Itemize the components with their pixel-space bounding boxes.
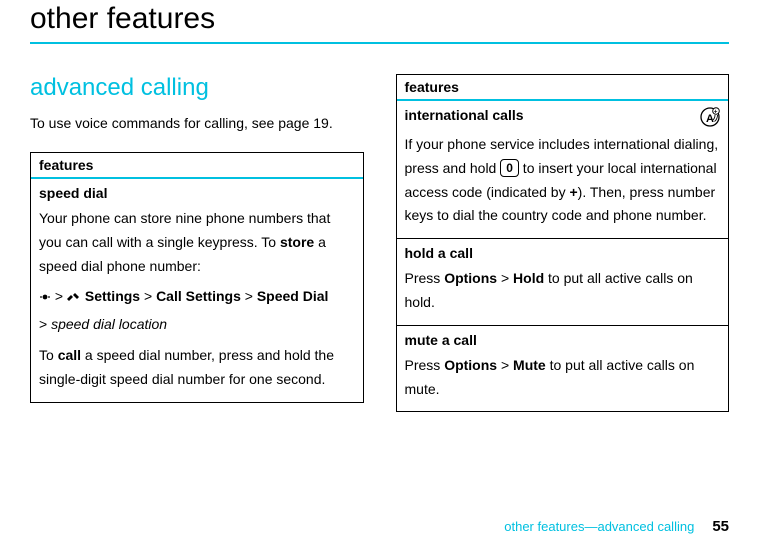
- svg-text:+: +: [714, 110, 718, 116]
- page-number: 55: [712, 518, 729, 535]
- feature-international-calls: international calls A +: [397, 101, 729, 239]
- text-fragment: To: [39, 347, 58, 363]
- feature-intl-title: international calls: [405, 107, 524, 123]
- page-footer: other features—advanced calling 55: [504, 518, 729, 535]
- feature-speed-dial: speed dial Your phone can store nine pho…: [31, 179, 363, 401]
- feature-speed-dial-title: speed dial: [39, 185, 107, 201]
- tools-icon: [67, 285, 81, 312]
- page: other features advanced calling To use v…: [0, 0, 759, 551]
- title-rule: [30, 42, 729, 44]
- nav-sep: >: [51, 288, 67, 304]
- nav-settings: Settings: [85, 288, 140, 304]
- network-feature-icon: A +: [700, 107, 720, 127]
- text-bold: Mute: [513, 357, 546, 373]
- features-header-right: features: [397, 75, 729, 101]
- text-bold: Options: [444, 357, 497, 373]
- page-title: other features: [30, 2, 729, 36]
- footer-breadcrumb: other features—advanced calling: [504, 519, 694, 534]
- text-bold: +: [569, 184, 577, 200]
- feature-hold-title: hold a call: [405, 245, 473, 261]
- column-left: advanced calling To use voice commands f…: [30, 74, 364, 412]
- text-bold: Options: [444, 270, 497, 286]
- nav-sep: >: [497, 357, 513, 373]
- feature-speed-dial-text1: Your phone can store nine phone numbers …: [39, 207, 355, 278]
- nav-path: > Settings > Call Settings > Speed Dial …: [39, 283, 355, 338]
- text-fragment: Press: [405, 357, 445, 373]
- nav-sep: >: [497, 270, 513, 286]
- feature-speed-dial-text2: To call a speed dial number, press and h…: [39, 344, 355, 392]
- text-fragment: Press: [405, 270, 445, 286]
- features-box-right: features international calls A +: [396, 74, 730, 412]
- features-header-left: features: [31, 153, 363, 179]
- column-right: features international calls A +: [396, 74, 730, 412]
- nav-sep: >: [39, 316, 51, 332]
- feature-hold-call: hold a call Press Options > Hold to put …: [397, 239, 729, 326]
- key-zero: 0: [500, 159, 519, 177]
- text-bold: Hold: [513, 270, 544, 286]
- feature-hold-text: Press Options > Hold to put all active c…: [405, 267, 721, 315]
- nav-call-settings: Call Settings: [156, 288, 241, 304]
- nav-sep: >: [140, 288, 156, 304]
- nav-location: speed dial location: [51, 316, 167, 332]
- features-box-left: features speed dial Your phone can store…: [30, 152, 364, 402]
- feature-intl-text: If your phone service includes internati…: [405, 133, 721, 228]
- text-fragment: a speed dial number, press and hold the …: [39, 347, 334, 387]
- center-key-icon: [39, 285, 51, 312]
- text-bold: call: [58, 347, 81, 363]
- section-heading: advanced calling: [30, 74, 364, 102]
- feature-mute-text: Press Options > Mute to put all active c…: [405, 354, 721, 402]
- nav-speed-dial: Speed Dial: [257, 288, 329, 304]
- nav-sep: >: [241, 288, 257, 304]
- feature-mute-title: mute a call: [405, 332, 477, 348]
- feature-mute-call: mute a call Press Options > Mute to put …: [397, 326, 729, 412]
- svg-text:A: A: [706, 113, 714, 125]
- columns: advanced calling To use voice commands f…: [30, 74, 729, 412]
- text-bold: store: [280, 234, 314, 250]
- intro-text: To use voice commands for calling, see p…: [30, 112, 364, 134]
